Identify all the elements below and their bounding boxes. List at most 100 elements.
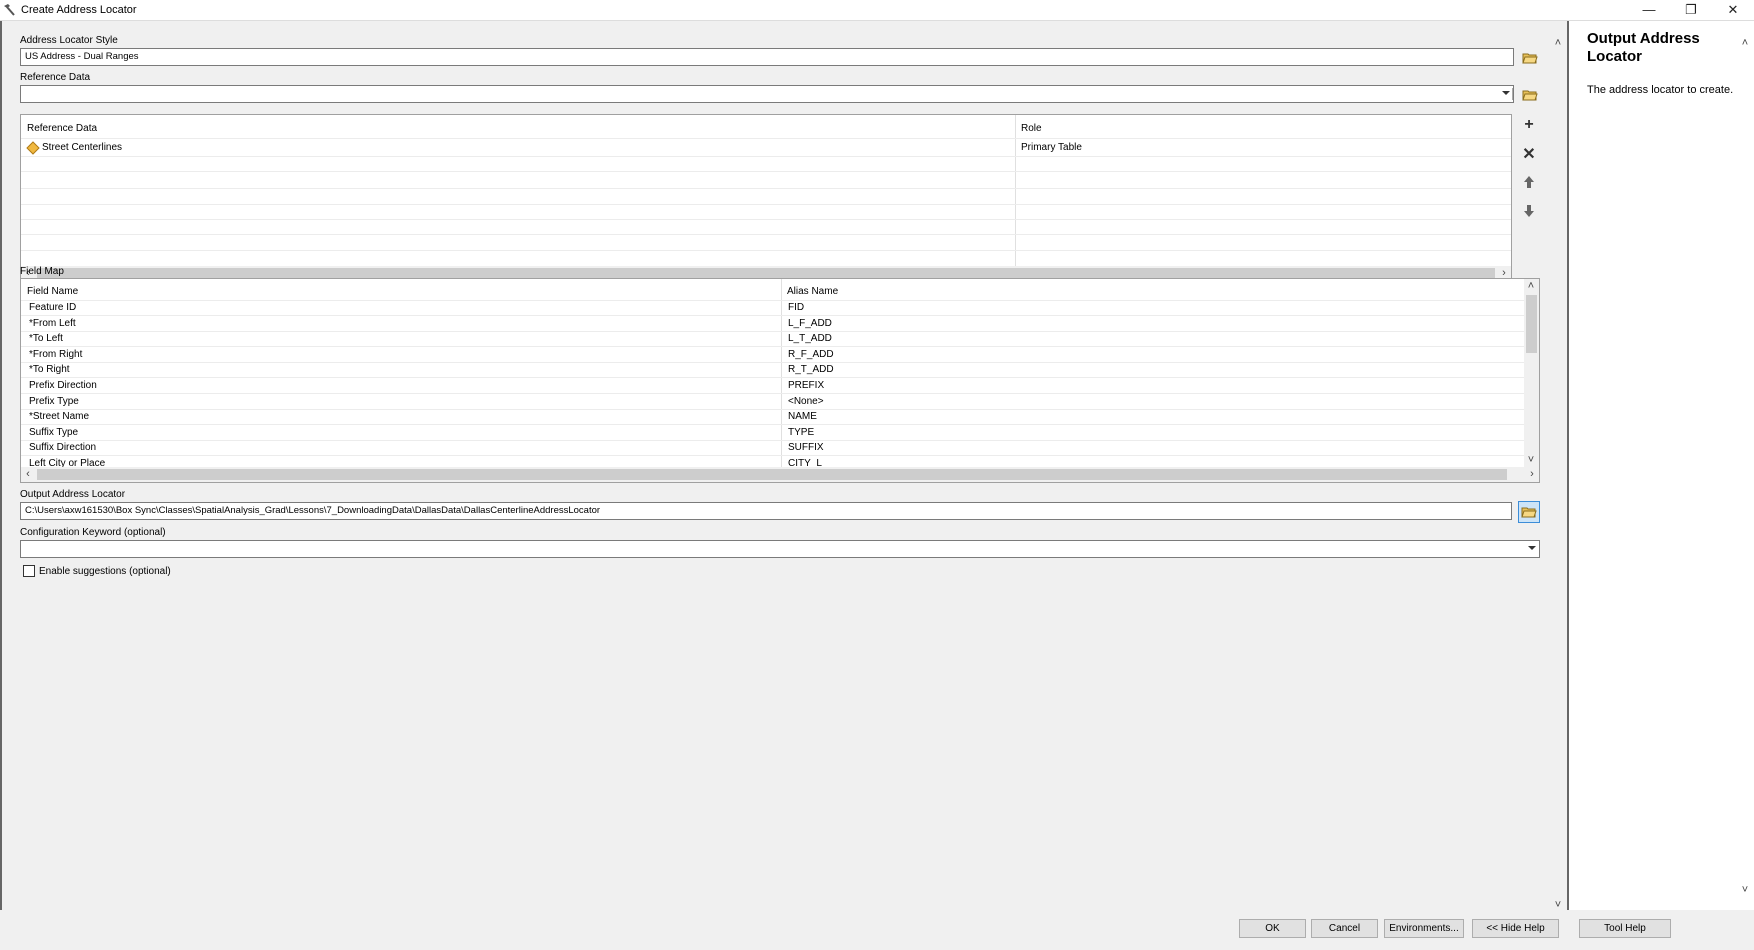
browse-reference-button[interactable] <box>1519 84 1541 106</box>
browse-output-button[interactable] <box>1518 501 1540 523</box>
browse-style-button[interactable] <box>1519 47 1541 69</box>
row-divider <box>21 393 1525 394</box>
field-name-cell: *To Left <box>29 333 63 344</box>
alias-name-cell[interactable]: R_T_ADD <box>788 364 834 375</box>
arrow-down-icon <box>1524 205 1534 217</box>
hide-help-button[interactable]: << Hide Help <box>1472 919 1559 938</box>
reference-data-label: Reference Data <box>20 72 91 83</box>
row-divider <box>21 346 1525 347</box>
hammer-icon <box>4 4 15 16</box>
help-title: Output Address Locator <box>1587 30 1700 65</box>
reference-data-cell: Street Centerlines <box>42 142 123 153</box>
field-name-cell: Prefix Direction <box>29 380 97 391</box>
alias-name-cell[interactable]: L_T_ADD <box>788 333 832 344</box>
role-cell: Primary Table <box>1021 142 1082 153</box>
row-divider <box>21 315 1525 316</box>
field-name-cell: Suffix Direction <box>29 442 97 453</box>
row-divider <box>21 455 1525 456</box>
scroll-up-icon[interactable]: ˄ <box>1551 36 1565 50</box>
remove-row-button[interactable]: ✕ <box>1518 143 1540 165</box>
row-divider <box>21 188 1511 189</box>
field-name-cell: *Street Name <box>29 411 90 422</box>
arrow-up-icon <box>1524 176 1534 188</box>
minimize-button[interactable]: — <box>1628 0 1670 20</box>
output-locator-label: Output Address Locator <box>20 489 126 500</box>
alias-name-cell[interactable]: FID <box>788 302 804 313</box>
reference-data-dropdown[interactable] <box>20 85 1514 103</box>
row-divider <box>21 377 1525 378</box>
add-row-button[interactable]: + <box>1518 114 1540 136</box>
enable-suggestions-label: Enable suggestions (optional) <box>39 566 171 577</box>
scroll-left-icon[interactable]: ‹ <box>21 467 35 481</box>
locator-style-field[interactable]: US Address - Dual Ranges <box>20 48 1514 66</box>
field-name-cell: *To Right <box>29 364 70 375</box>
column-header-alias-name[interactable]: Alias Name <box>787 286 838 297</box>
output-locator-field[interactable]: C:\Users\axw161530\Box Sync\Classes\Spat… <box>20 502 1512 520</box>
open-folder-icon <box>1521 507 1537 518</box>
restore-button[interactable]: ❐ <box>1670 0 1712 20</box>
row-divider <box>21 138 1511 139</box>
tool-help-button[interactable]: Tool Help <box>1579 919 1671 938</box>
field-map-vertical-scrollbar[interactable]: ˄ ˅ <box>1524 279 1539 467</box>
dropdown-divider <box>1512 88 1513 100</box>
move-up-button[interactable] <box>1518 171 1540 193</box>
row-divider <box>21 204 1511 205</box>
row-divider <box>21 156 1511 157</box>
alias-name-cell[interactable]: R_F_ADD <box>788 349 834 360</box>
environments-button[interactable]: Environments... <box>1384 919 1464 938</box>
row-divider <box>21 409 1525 410</box>
open-folder-icon <box>1522 90 1538 101</box>
title-bar: Create Address Locator — ❐ ✕ <box>0 0 1754 21</box>
column-header-role[interactable]: Role <box>1021 123 1042 134</box>
field-name-cell: *From Right <box>29 349 83 360</box>
scroll-down-icon[interactable]: ˅ <box>1738 883 1752 897</box>
close-icon: ✕ <box>1522 146 1536 163</box>
row-divider <box>21 362 1525 363</box>
column-header-field-name[interactable]: Field Name <box>27 286 78 297</box>
plus-icon: + <box>1524 116 1534 133</box>
open-folder-icon <box>1522 53 1538 64</box>
chevron-down-icon <box>1528 546 1536 550</box>
field-map-table: Field Name Alias Name Feature ID FID *From… <box>20 278 1540 483</box>
config-keyword-dropdown[interactable] <box>20 540 1540 558</box>
scrollbar-thumb[interactable] <box>1526 295 1537 353</box>
ok-button[interactable]: OK <box>1239 919 1306 938</box>
field-map-label: Field Map <box>20 266 64 277</box>
alias-name-cell[interactable]: SUFFIX <box>788 442 824 453</box>
alias-name-cell[interactable]: L_F_ADD <box>788 318 832 329</box>
column-divider <box>781 279 782 467</box>
config-keyword-label: Configuration Keyword (optional) <box>20 527 166 538</box>
scrollbar-thumb[interactable] <box>37 469 1507 480</box>
row-divider <box>21 234 1511 235</box>
chevron-down-icon <box>1502 91 1510 95</box>
scroll-up-icon[interactable]: ˄ <box>1738 36 1752 50</box>
field-name-cell: *From Left <box>29 318 76 329</box>
alias-name-cell[interactable]: <None> <box>788 396 824 407</box>
row-divider <box>21 171 1511 172</box>
row-divider <box>21 331 1525 332</box>
close-button[interactable]: ✕ <box>1712 0 1754 20</box>
move-down-button[interactable] <box>1518 200 1540 222</box>
field-name-cell: Suffix Type <box>29 427 79 438</box>
field-name-cell: Feature ID <box>29 302 77 313</box>
row-divider <box>21 424 1525 425</box>
row-divider <box>21 300 1525 301</box>
field-map-horizontal-scrollbar[interactable]: ‹ › <box>21 467 1539 482</box>
dialog-vertical-scrollbar[interactable]: ˄ ˅ <box>1549 36 1567 916</box>
dialog-footer: OK Cancel Environments... << Hide Help T… <box>0 910 1754 950</box>
help-body: The address locator to create. <box>1587 84 1734 96</box>
enable-suggestions-checkbox[interactable] <box>23 565 35 577</box>
scroll-down-icon[interactable]: ˅ <box>1524 453 1538 467</box>
line-feature-icon <box>26 141 40 155</box>
cancel-button[interactable]: Cancel <box>1311 919 1378 938</box>
scroll-up-icon[interactable]: ˄ <box>1524 279 1538 293</box>
locator-style-label: Address Locator Style <box>20 35 118 46</box>
scroll-right-icon[interactable]: › <box>1525 467 1539 481</box>
alias-name-cell[interactable]: NAME <box>788 411 817 422</box>
field-name-cell: Prefix Type <box>29 396 79 407</box>
column-header-reference-data[interactable]: Reference Data <box>27 123 97 134</box>
alias-name-cell[interactable]: PREFIX <box>788 380 824 391</box>
alias-name-cell[interactable]: TYPE <box>788 427 814 438</box>
row-divider <box>21 219 1511 220</box>
row-divider <box>21 440 1525 441</box>
